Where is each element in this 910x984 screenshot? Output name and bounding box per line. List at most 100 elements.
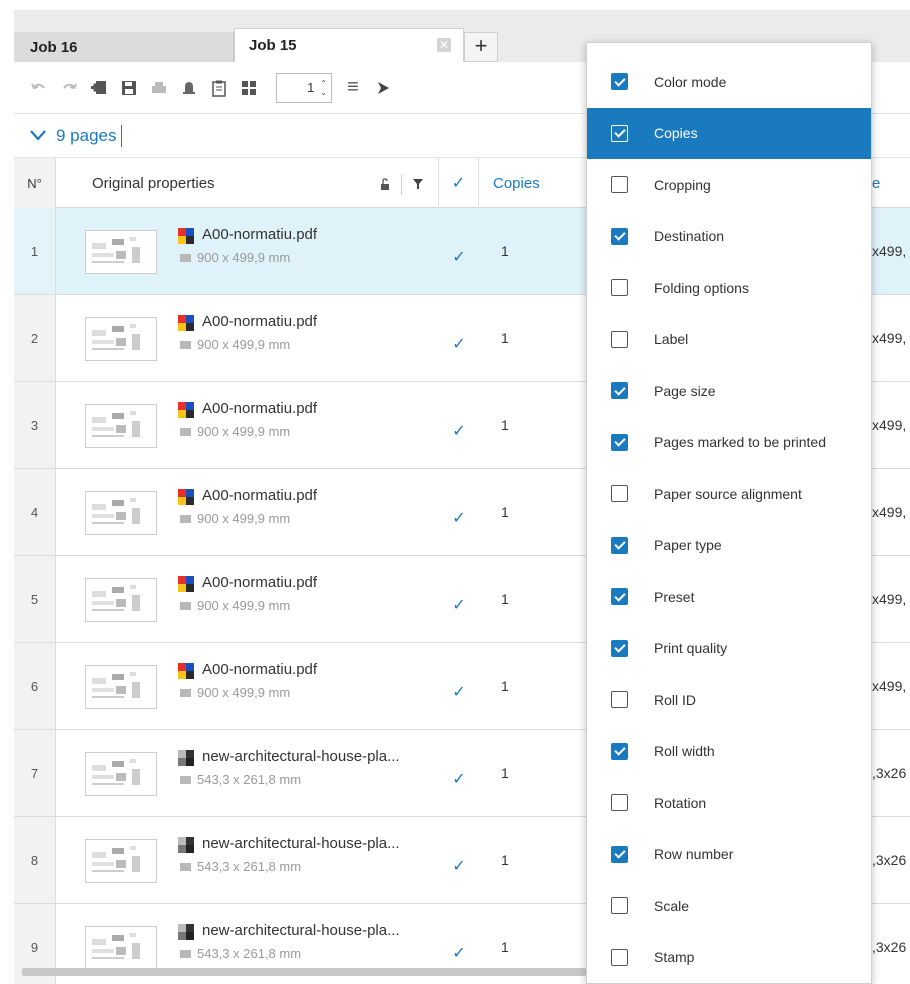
- print-checkmark-icon[interactable]: ✓: [439, 208, 479, 294]
- checkbox[interactable]: [611, 382, 628, 400]
- checkbox[interactable]: [611, 536, 628, 554]
- page-thumbnail[interactable]: [85, 839, 157, 883]
- filter-icon[interactable]: [412, 178, 424, 193]
- column-menu-item[interactable]: Scale: [587, 880, 871, 932]
- page-size-value: 900 x 499,9 mm: [197, 424, 291, 439]
- page-thumbnail[interactable]: [85, 926, 157, 970]
- file-name: A00-normatiu.pdf: [202, 226, 318, 243]
- checkbox[interactable]: [611, 227, 628, 245]
- undo-icon[interactable]: [28, 77, 50, 99]
- grid-icon[interactable]: [238, 77, 260, 99]
- column-menu-item[interactable]: Destination: [587, 211, 871, 263]
- copies-value[interactable]: 1: [501, 817, 509, 903]
- page-thumbnail[interactable]: [85, 752, 157, 796]
- column-menu-item[interactable]: Stamp: [587, 932, 871, 984]
- column-menu-item[interactable]: Row number: [587, 829, 871, 881]
- checkbox[interactable]: [611, 433, 628, 451]
- column-menu-item-label: Rotation: [654, 794, 707, 811]
- page-thumbnail[interactable]: [85, 491, 157, 535]
- unlock-icon[interactable]: [379, 177, 391, 193]
- checkbox[interactable]: [611, 948, 628, 966]
- column-header-original-properties[interactable]: Original properties: [56, 158, 439, 208]
- column-header-page-size[interactable]: e: [872, 158, 902, 208]
- print-checkmark-icon[interactable]: ✓: [439, 730, 479, 816]
- horizontal-scrollbar[interactable]: [22, 968, 586, 976]
- print-checkmark-icon[interactable]: ✓: [439, 382, 479, 468]
- page-size: 543,3 x 261,8 mm: [180, 859, 301, 874]
- column-menu-item-label: Scale: [654, 897, 690, 914]
- column-menu-item[interactable]: Paper type: [587, 520, 871, 572]
- checkbox[interactable]: [611, 485, 628, 503]
- redo-icon[interactable]: [58, 77, 80, 99]
- checkbox[interactable]: [611, 897, 628, 915]
- bell-icon[interactable]: [178, 77, 200, 99]
- column-menu-item-label: Cropping: [654, 176, 711, 193]
- checkbox[interactable]: [611, 845, 628, 863]
- checkbox[interactable]: [611, 176, 628, 194]
- checkbox[interactable]: [611, 73, 628, 91]
- column-menu-item[interactable]: Preset: [587, 571, 871, 623]
- page-thumbnail[interactable]: [85, 404, 157, 448]
- checkbox[interactable]: [611, 279, 628, 297]
- print-checkmark-icon[interactable]: ✓: [439, 817, 479, 903]
- column-menu-item[interactable]: Roll ID: [587, 674, 871, 726]
- tab-job-15[interactable]: Job 15 ✕: [234, 28, 464, 62]
- page-size-icon: [180, 776, 191, 784]
- copies-value[interactable]: 1: [501, 556, 509, 642]
- column-menu-item[interactable]: Pages marked to be printed: [587, 417, 871, 469]
- copies-value[interactable]: 1: [501, 469, 509, 555]
- column-header-number[interactable]: N°: [14, 158, 56, 208]
- checkbox[interactable]: [611, 794, 628, 812]
- checkbox[interactable]: [611, 742, 628, 760]
- column-menu-item[interactable]: Cropping: [587, 159, 871, 211]
- close-icon[interactable]: ✕: [437, 38, 451, 52]
- checkbox[interactable]: [611, 124, 628, 142]
- page-thumbnail[interactable]: [85, 578, 157, 622]
- page-thumbnail[interactable]: [85, 665, 157, 709]
- chevron-down-icon[interactable]: [30, 125, 46, 146]
- stepper-arrows-icon[interactable]: ⌃ ⌄: [320, 79, 327, 97]
- save-icon[interactable]: [118, 77, 140, 99]
- column-menu-item[interactable]: Folding options: [587, 262, 871, 314]
- print-icon[interactable]: [148, 77, 170, 99]
- page-size-value: 900 x 499,9 mm: [197, 337, 291, 352]
- checkbox[interactable]: [611, 639, 628, 657]
- copies-value[interactable]: 1: [501, 643, 509, 729]
- column-menu-item[interactable]: Paper source alignment: [587, 468, 871, 520]
- page-stepper[interactable]: 1 ⌃ ⌄: [276, 72, 332, 103]
- copies-value[interactable]: 1: [501, 730, 509, 816]
- checkbox[interactable]: [611, 691, 628, 709]
- print-checkmark-icon[interactable]: ✓: [439, 469, 479, 555]
- column-menu-item[interactable]: Label: [587, 314, 871, 366]
- checkbox[interactable]: [611, 588, 628, 606]
- file-name: new-architectural-house-pla...: [202, 922, 400, 939]
- copies-value[interactable]: 1: [501, 382, 509, 468]
- add-tab-button[interactable]: +: [464, 32, 498, 62]
- page-size: 900 x 499,9 mm: [180, 685, 290, 700]
- column-header-checkmark-icon[interactable]: ✓: [439, 158, 479, 208]
- file-name: new-architectural-house-pla...: [202, 835, 400, 852]
- column-menu-item[interactable]: Color mode: [587, 56, 871, 108]
- checkbox[interactable]: [611, 330, 628, 348]
- add-file-icon[interactable]: [88, 77, 110, 99]
- page-thumbnail[interactable]: [85, 317, 157, 361]
- column-menu-item-label: Copies: [654, 125, 698, 142]
- copies-value[interactable]: 1: [501, 295, 509, 381]
- column-menu-item[interactable]: Page size: [587, 365, 871, 417]
- column-menu-item[interactable]: Roll width: [587, 726, 871, 778]
- send-icon[interactable]: [372, 77, 394, 99]
- file-name: A00-normatiu.pdf: [202, 400, 318, 417]
- print-checkmark-icon[interactable]: ✓: [439, 295, 479, 381]
- print-checkmark-icon[interactable]: ✓: [439, 643, 479, 729]
- page-thumbnail[interactable]: [85, 230, 157, 274]
- page-size-cell: ,3x26: [872, 939, 907, 955]
- column-menu-item[interactable]: Copies: [587, 107, 871, 159]
- print-checkmark-icon[interactable]: ✓: [439, 556, 479, 642]
- tab-job-16[interactable]: Job 16: [14, 32, 234, 62]
- column-menu-item[interactable]: Print quality: [587, 623, 871, 675]
- clipboard-icon[interactable]: [208, 77, 230, 99]
- menu-icon[interactable]: ≡: [342, 76, 364, 99]
- copies-value[interactable]: 1: [501, 208, 509, 294]
- column-menu-item[interactable]: Rotation: [587, 777, 871, 829]
- page-size-icon: [180, 254, 191, 262]
